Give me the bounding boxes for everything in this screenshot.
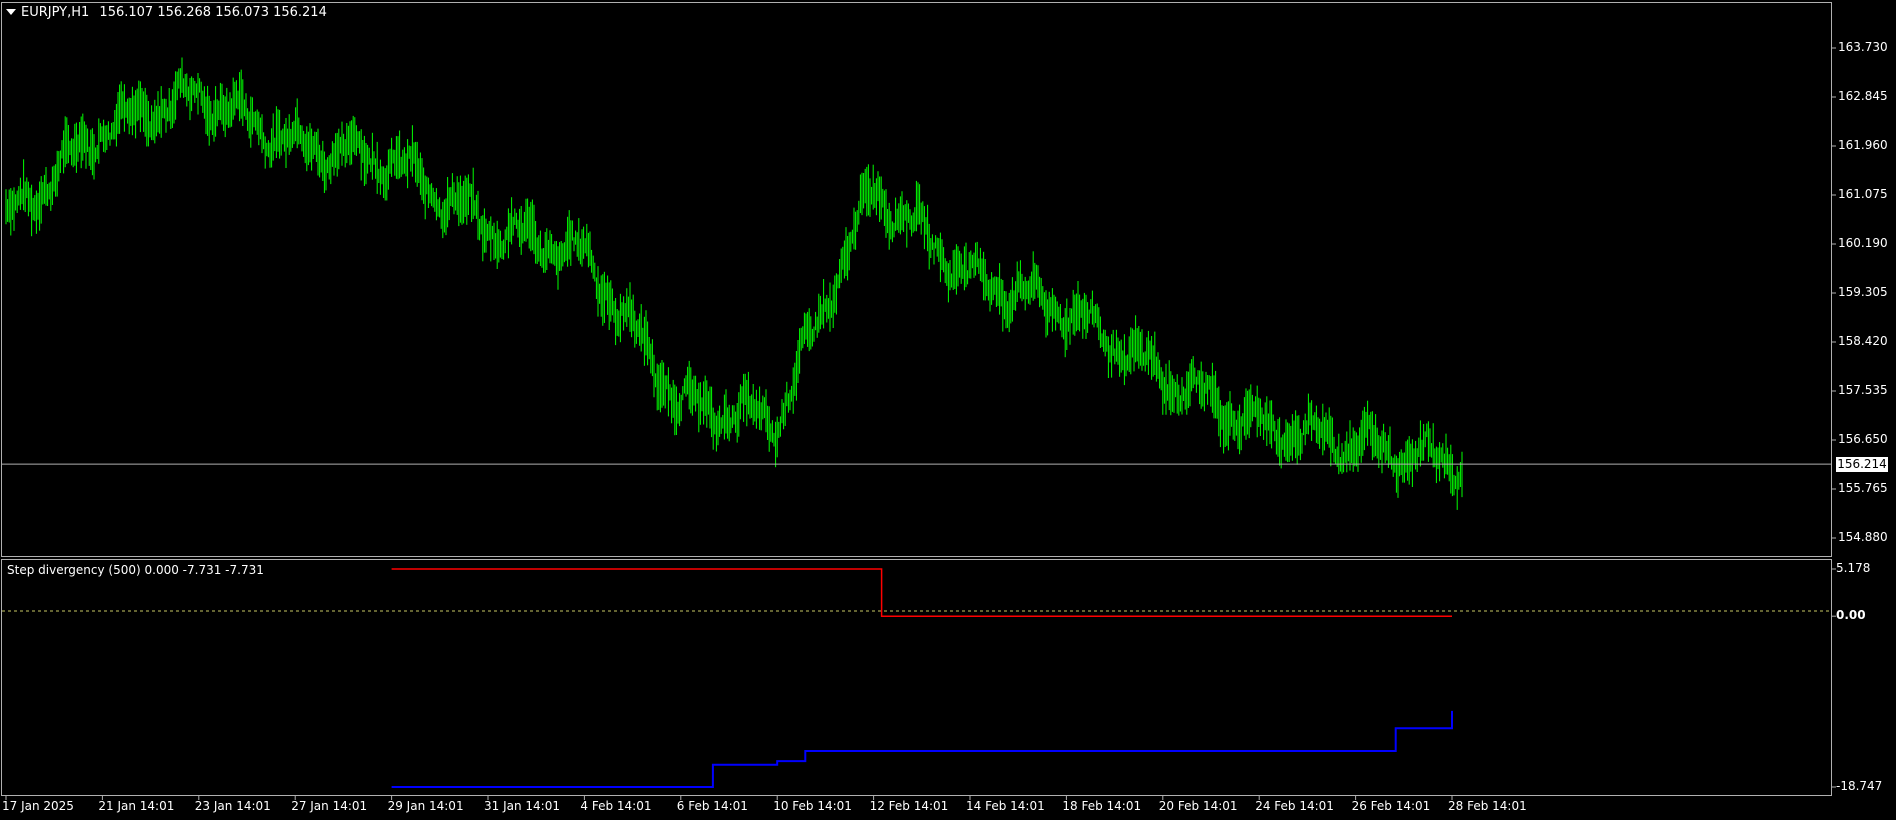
indicator-axis-ticks bbox=[1832, 568, 1836, 788]
indicator-tick-label: 5.178 bbox=[1836, 561, 1871, 575]
price-tick-label: 155.765 bbox=[1838, 481, 1888, 495]
time-tick-label: 20 Feb 14:01 bbox=[1158, 799, 1238, 813]
time-tick-label: 28 Feb 14:01 bbox=[1448, 799, 1527, 813]
candles-group bbox=[5, 57, 1463, 510]
price-tick-label: 163.730 bbox=[1838, 40, 1888, 54]
price-tick-label: 158.420 bbox=[1838, 334, 1888, 348]
chart-menu-arrow-icon[interactable] bbox=[6, 9, 16, 15]
indicator-tick-label: 0.00 bbox=[1836, 608, 1866, 623]
chart-title: EURJPY,H1 156.107 156.268 156.073 156.21… bbox=[21, 5, 327, 20]
indicator-frame bbox=[1, 559, 1832, 796]
time-tick-label: 24 Feb 14:01 bbox=[1255, 799, 1334, 813]
price-tick-label: 160.190 bbox=[1838, 236, 1888, 250]
price-tick-label: 159.305 bbox=[1838, 285, 1888, 299]
price-tick-label: 157.535 bbox=[1838, 383, 1888, 397]
price-tick-label: 154.880 bbox=[1838, 530, 1888, 544]
price-tick-label: 161.960 bbox=[1838, 138, 1888, 152]
time-tick-label: 23 Jan 14:01 bbox=[194, 799, 271, 813]
time-tick-label: 26 Feb 14:01 bbox=[1351, 799, 1431, 813]
time-tick-label: 17 Jan 2025 bbox=[2, 799, 74, 813]
price-tick-label: 156.650 bbox=[1838, 432, 1888, 446]
upper-step-line bbox=[391, 568, 1452, 617]
time-tick-label: 27 Jan 14:01 bbox=[291, 799, 368, 813]
chart-symbol: EURJPY,H1 bbox=[21, 5, 90, 20]
time-tick-label: 29 Jan 14:01 bbox=[387, 799, 464, 813]
time-tick-label: 6 Feb 14:01 bbox=[676, 799, 748, 813]
indicator-title: Step divergency (500) 0.000 -7.731 -7.73… bbox=[7, 563, 264, 577]
price-tick-label: 161.075 bbox=[1838, 187, 1888, 201]
current-price-badge: 156.214 bbox=[1836, 457, 1888, 473]
time-tick-label: 10 Feb 14:01 bbox=[773, 799, 852, 813]
price-tick-label: 162.845 bbox=[1838, 89, 1888, 103]
price-chart-frame bbox=[1, 2, 1832, 557]
time-tick-label: 4 Feb 14:01 bbox=[580, 799, 652, 813]
indicator-tick-label: -18.747 bbox=[1836, 779, 1883, 793]
chart-ohlc: 156.107 156.268 156.073 156.214 bbox=[99, 5, 327, 20]
time-tick-label: 21 Jan 14:01 bbox=[98, 799, 175, 813]
time-tick-label: 31 Jan 14:01 bbox=[484, 799, 560, 813]
time-tick-label: 12 Feb 14:01 bbox=[869, 799, 949, 813]
time-tick-label: 14 Feb 14:01 bbox=[966, 799, 1045, 813]
time-tick-label: 18 Feb 14:01 bbox=[1062, 799, 1142, 813]
price-chart-panel[interactable] bbox=[0, 0, 1896, 560]
lower-step-line bbox=[391, 710, 1453, 788]
